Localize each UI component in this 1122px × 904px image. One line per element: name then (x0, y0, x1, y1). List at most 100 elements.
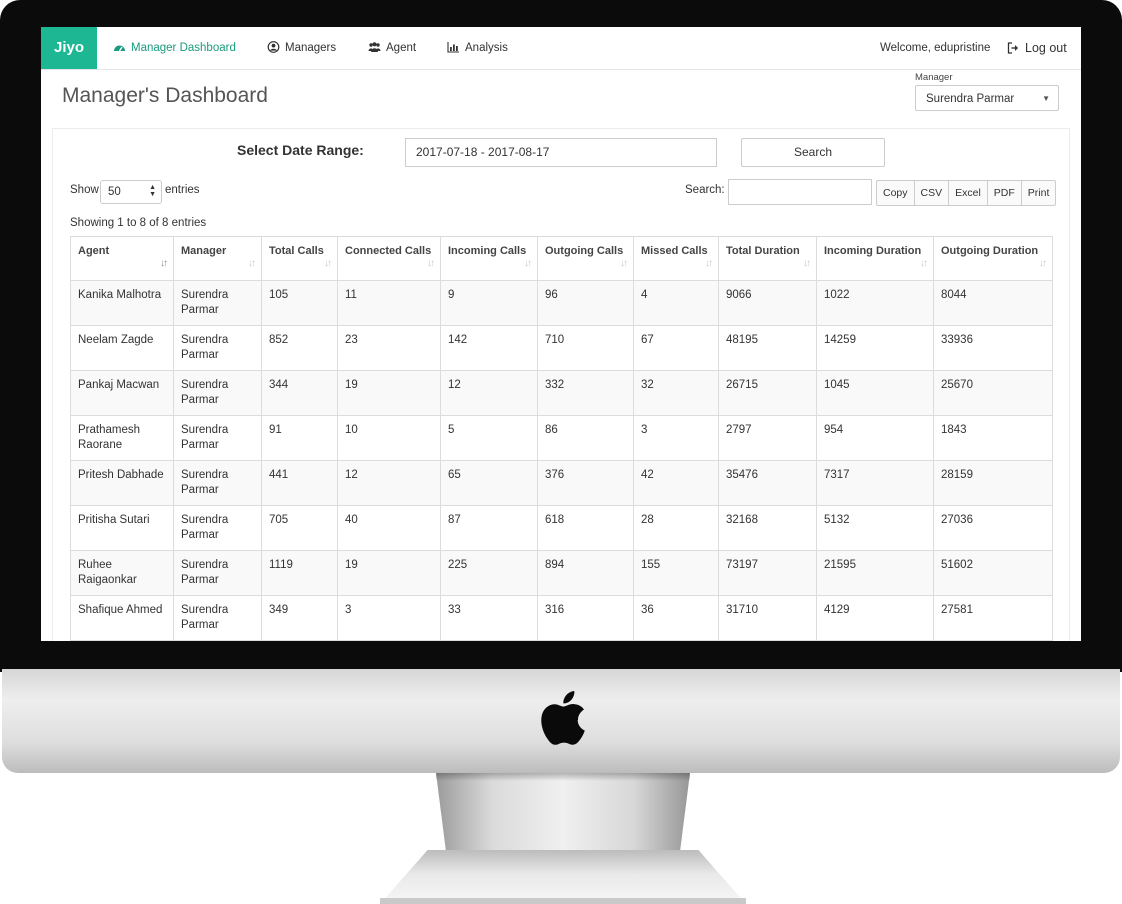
brand-logo[interactable]: Jiyo (41, 27, 97, 69)
logout-icon (1007, 42, 1018, 54)
table-cell: 32 (633, 370, 719, 416)
page-size-value: 50 (108, 186, 121, 198)
table-header-row: Agent ↓↑ Manager ↓↑ Total Calls ↓↑ Connecte… (70, 236, 1053, 281)
table-cell: 27036 (933, 505, 1053, 551)
logout-link[interactable]: Log out (1007, 27, 1067, 69)
table-row: Shafique Ahmed Surendra Parmar 349 3 33 316 36… (70, 595, 1053, 641)
table-cell: 31710 (718, 595, 817, 641)
table-cell: 73197 (718, 550, 817, 596)
column-header[interactable]: Connected Calls ↓↑ (337, 236, 441, 281)
pdf-button[interactable]: PDF (986, 180, 1022, 206)
sort-icon: ↓↑ (803, 258, 811, 269)
table-row: Kanika Malhotra Surendra Parmar 105 11 9 96 4 9… (70, 280, 1053, 326)
logout-label: Log out (1025, 41, 1067, 55)
search-button[interactable]: Search (741, 138, 885, 167)
table-cell: 618 (537, 505, 634, 551)
table-cell: Surendra Parmar (173, 325, 262, 371)
table-cell: 954 (816, 415, 934, 461)
table-cell: 155 (633, 550, 719, 596)
column-header[interactable]: Agent ↓↑ (70, 236, 174, 281)
table-row: Pankaj Macwan Surendra Parmar 344 19 12 332 32… (70, 370, 1053, 416)
welcome-text: Welcome, edupristine (880, 42, 991, 54)
sort-asc-icon: ↓↑ (160, 258, 168, 269)
manager-select[interactable]: Surendra Parmar ▼ (915, 85, 1059, 111)
column-header-label: Outgoing Calls (545, 245, 624, 257)
column-header-label: Manager (181, 245, 227, 257)
csv-button[interactable]: CSV (913, 180, 950, 206)
table-cell: Pankaj Macwan (70, 370, 174, 416)
column-header[interactable]: Total Calls ↓↑ (261, 236, 338, 281)
table-cell: 19 (337, 370, 441, 416)
table-row: Pritesh Dabhade Surendra Parmar 441 12 65 376… (70, 460, 1053, 506)
print-button[interactable]: Print (1020, 180, 1057, 206)
table-cell: 332 (537, 370, 634, 416)
stand-shadow (436, 773, 690, 781)
column-header-label: Incoming Duration (824, 245, 922, 257)
table-cell: 1119 (261, 550, 338, 596)
table-cell: Shafique Ahmed (70, 595, 174, 641)
screen: Jiyo Manager Dashboard Managers Agent An… (41, 27, 1081, 641)
table-cell: Ruhee Raigaonkar (70, 550, 174, 596)
nav-label: Analysis (465, 42, 508, 54)
column-header[interactable]: Missed Calls ↓↑ (633, 236, 719, 281)
table-cell: 33 (440, 595, 538, 641)
table-cell: 67 (633, 325, 719, 371)
table-row: Neelam Zagde Surendra Parmar 852 23 142 710 67… (70, 325, 1053, 371)
chevron-down-icon: ▼ (1042, 94, 1050, 103)
table-row: Ruhee Raigaonkar Surendra Parmar 1119 19 225… (70, 550, 1053, 596)
table-cell: 35476 (718, 460, 817, 506)
table-cell: 3 (633, 415, 719, 461)
table-cell: 5 (440, 415, 538, 461)
column-header[interactable]: Outgoing Calls ↓↑ (537, 236, 634, 281)
table-cell: 5132 (816, 505, 934, 551)
date-range-input[interactable]: 2017-07-18 - 2017-08-17 (405, 138, 717, 167)
manager-select-value: Surendra Parmar (926, 93, 1015, 105)
table-search-label: Search: (685, 184, 725, 196)
column-header[interactable]: Incoming Calls ↓↑ (440, 236, 538, 281)
table-cell: Surendra Parmar (173, 415, 262, 461)
table-cell: 21595 (816, 550, 934, 596)
page-title: Manager's Dashboard (62, 84, 268, 107)
table-cell: Pritisha Sutari (70, 505, 174, 551)
table-cell: Prathamesh Raorane (70, 415, 174, 461)
nav-agent[interactable]: Agent (368, 27, 416, 69)
table-cell: Pritesh Dabhade (70, 460, 174, 506)
page-size-select[interactable]: 50 ▲ ▼ (100, 180, 162, 204)
column-header-label: Total Calls (269, 245, 324, 257)
nav-manager-dashboard[interactable]: Manager Dashboard (113, 27, 236, 69)
excel-button[interactable]: Excel (948, 180, 988, 206)
entries-label: entries (165, 184, 200, 196)
table-cell: 1022 (816, 280, 934, 326)
table-cell: Kanika Malhotra (70, 280, 174, 326)
sort-icon: ↓↑ (920, 258, 928, 269)
table-cell: 26715 (718, 370, 817, 416)
user-circle-icon (267, 41, 280, 53)
column-header-label: Total Duration (726, 245, 800, 257)
manager-select-label: Manager (915, 72, 953, 83)
table-cell: 9066 (718, 280, 817, 326)
export-button-group: Copy CSV Excel PDF Print (876, 180, 1057, 206)
column-header[interactable]: Outgoing Duration ↓↑ (933, 236, 1053, 281)
table-cell: 86 (537, 415, 634, 461)
table-cell: 344 (261, 370, 338, 416)
column-header[interactable]: Total Duration ↓↑ (718, 236, 817, 281)
table-cell: Surendra Parmar (173, 280, 262, 326)
nav-managers[interactable]: Managers (267, 27, 336, 69)
monitor-foot (380, 850, 746, 904)
sort-icon: ↓↑ (705, 258, 713, 269)
table-cell: 28159 (933, 460, 1053, 506)
date-range-label: Select Date Range: (237, 142, 364, 158)
monitor-foot-edge (380, 898, 746, 904)
column-header[interactable]: Incoming Duration ↓↑ (816, 236, 934, 281)
nav-analysis[interactable]: Analysis (447, 27, 508, 69)
column-header-label: Incoming Calls (448, 245, 527, 257)
column-header[interactable]: Manager ↓↑ (173, 236, 262, 281)
table-cell: 40 (337, 505, 441, 551)
table-search-input[interactable] (728, 179, 872, 205)
monitor-stand (436, 773, 690, 853)
sort-icon: ↓↑ (524, 258, 532, 269)
copy-button[interactable]: Copy (876, 180, 915, 206)
table-cell: 9 (440, 280, 538, 326)
sort-icon: ↓↑ (324, 258, 332, 269)
sort-icon: ↓↑ (620, 258, 628, 269)
